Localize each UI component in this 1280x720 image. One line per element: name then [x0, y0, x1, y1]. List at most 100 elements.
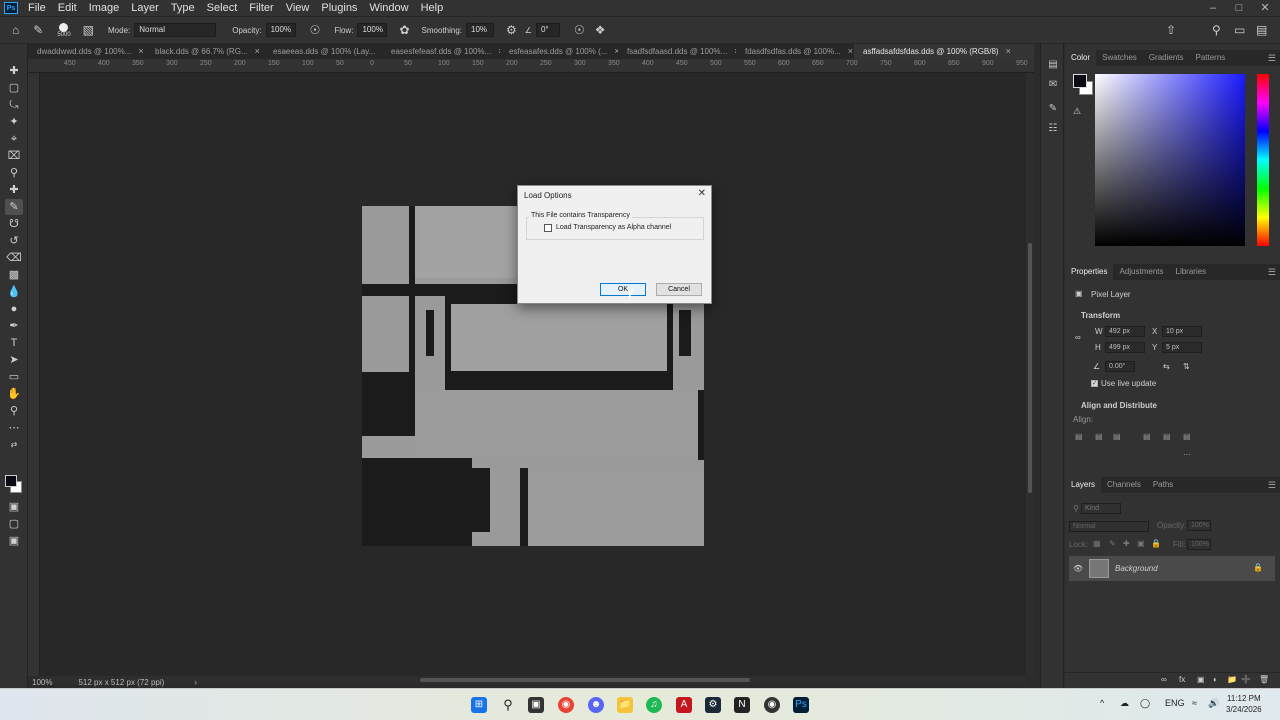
group-icon[interactable]: 📁 [1227, 675, 1237, 684]
menu-window[interactable]: Window [363, 0, 414, 16]
y-input[interactable]: 5 px [1162, 342, 1202, 353]
angle-input[interactable]: 0.00° [1105, 361, 1135, 372]
vertical-scrollbar[interactable] [1026, 73, 1034, 676]
swap-colors-icon[interactable]: ⇄ [5, 437, 23, 453]
more-tools-icon[interactable]: ⋯ [5, 420, 23, 436]
panel-menu-icon[interactable]: ☰ [1268, 53, 1276, 64]
maximize-icon[interactable]: □ [1226, 0, 1252, 16]
close-tab-icon[interactable]: × [255, 44, 260, 59]
close-tab-icon[interactable]: × [138, 44, 143, 59]
minimize-icon[interactable]: – [1200, 0, 1226, 16]
share-icon[interactable]: ⇧ [1166, 23, 1176, 37]
menu-type[interactable]: Type [165, 0, 201, 16]
align-left-icon[interactable]: ▤ [1075, 432, 1083, 441]
tab-document[interactable]: esfeasafes.dds @ 100% (... × [500, 44, 618, 59]
cloud-icon[interactable]: ☁ [1120, 698, 1129, 709]
rectangle-tool-icon[interactable]: ▭ [5, 369, 23, 385]
task-view-icon[interactable]: ▣ [528, 697, 544, 713]
tab-document[interactable]: esaeeas.dds @ 100% (Lay...× [264, 44, 382, 59]
volume-icon[interactable]: 🔊 [1208, 698, 1219, 709]
link-layers-icon[interactable]: ∞ [1161, 675, 1167, 684]
brush-settings-panel-icon[interactable]: ✎ [1046, 102, 1060, 116]
acrobat-icon[interactable]: A [676, 697, 692, 713]
x-input[interactable]: 10 px [1162, 326, 1202, 337]
hand-tool-icon[interactable]: ✋ [5, 386, 23, 402]
brush-size-picker[interactable]: 5000 [57, 22, 71, 38]
path-selection-tool-icon[interactable]: ➤ [5, 352, 23, 368]
tab-layers[interactable]: Layers [1065, 477, 1102, 493]
align-title[interactable]: Align and Distribute [1081, 401, 1157, 410]
pressure-size-icon[interactable]: ☉ [574, 23, 585, 37]
add-mask-icon[interactable]: ▣ [1197, 675, 1205, 684]
clone-stamp-tool-icon[interactable]: ☋ [5, 216, 23, 232]
type-tool-icon[interactable]: T [5, 335, 23, 351]
alpha-channel-label[interactable]: Load Transparency as Alpha channel [556, 224, 671, 231]
canvas-workspace[interactable] [40, 73, 1026, 676]
color-picker-field[interactable] [1095, 74, 1245, 246]
language-indicator[interactable]: ENG [1165, 698, 1185, 708]
clock[interactable]: 11:12 PM 3/24/2026 [1226, 693, 1262, 715]
panel-menu-icon[interactable]: ▤ [1256, 23, 1267, 37]
tab-adjustments[interactable]: Adjustments [1113, 264, 1169, 280]
tab-document[interactable]: dwaddwwd.dds @ 100%... × [28, 44, 146, 59]
tab-properties[interactable]: Properties [1065, 264, 1114, 280]
layer-lock-icon[interactable]: 🔒 [1253, 563, 1263, 572]
tab-document[interactable]: fsadfsdfaasd.dds @ 100%...× [618, 44, 736, 59]
layer-style-icon[interactable]: fx [1179, 675, 1185, 684]
ok-button[interactable]: OK [600, 283, 646, 296]
scroll-thumb[interactable] [1028, 243, 1032, 493]
close-icon[interactable]: ✕ [698, 188, 706, 199]
layer-row-background[interactable]: 👁 Background 🔒 [1069, 556, 1275, 581]
frame-tool-icon[interactable]: ⌧ [5, 148, 23, 164]
zoom-level[interactable]: 100% [32, 678, 52, 687]
flip-vertical-icon[interactable]: ⇅ [1183, 362, 1190, 371]
search-icon[interactable]: ⚲ [500, 697, 516, 713]
cancel-button[interactable]: Cancel [656, 283, 702, 296]
tab-document-active[interactable]: asffadsafdsfdas.dds @ 100% (RGB/8) × [854, 44, 1034, 59]
menu-select[interactable]: Select [201, 0, 244, 16]
layer-kind-filter[interactable]: Kind [1081, 503, 1121, 514]
brush-tool-preset-icon[interactable]: ✎ [33, 23, 43, 37]
lock-paint-icon[interactable]: ✎ [1109, 539, 1116, 548]
live-update-checkbox[interactable]: ✓ [1091, 380, 1098, 387]
eraser-tool-icon[interactable]: ⌫ [5, 250, 23, 266]
dodge-tool-icon[interactable]: ● [5, 301, 23, 317]
align-top-icon[interactable]: ▤ [1143, 432, 1151, 441]
menu-view[interactable]: View [280, 0, 316, 16]
tab-channels[interactable]: Channels [1101, 477, 1147, 493]
foreground-color-swatch[interactable] [1073, 74, 1087, 88]
network-icon[interactable]: ◯ [1140, 698, 1150, 709]
blend-mode-select[interactable]: Normal [1069, 521, 1149, 532]
panel-menu-icon[interactable]: ☰ [1268, 480, 1276, 491]
menu-plugins[interactable]: Plugins [315, 0, 363, 16]
more-options-icon[interactable]: ⋯ [1183, 450, 1191, 459]
flip-horizontal-icon[interactable]: ⇆ [1163, 362, 1170, 371]
workspace-icon[interactable]: ▭ [1234, 23, 1245, 37]
chrome-icon[interactable]: ◉ [558, 697, 574, 713]
home-icon[interactable]: ⌂ [12, 23, 19, 37]
lock-position-icon[interactable]: ✚ [1123, 539, 1130, 548]
tab-document[interactable]: black.dds @ 66.7% (RG... × [146, 44, 264, 59]
lock-pixels-icon[interactable]: ▦ [1093, 539, 1101, 548]
menu-image[interactable]: Image [83, 0, 126, 16]
gradient-tool-icon[interactable]: ▩ [5, 267, 23, 283]
pen-tool-icon[interactable]: ✒ [5, 318, 23, 334]
menu-edit[interactable]: Edit [52, 0, 83, 16]
healing-brush-tool-icon[interactable]: ✚ [5, 182, 23, 198]
menu-filter[interactable]: Filter [243, 0, 279, 16]
link-icon[interactable]: ∞ [1075, 333, 1081, 342]
steam-icon[interactable]: ⚙ [705, 697, 721, 713]
tab-document[interactable]: easesfefeasf.dds @ 100%...× [382, 44, 500, 59]
flow-input[interactable]: 100% [357, 23, 388, 37]
mode-select[interactable]: Normal [134, 23, 217, 37]
frame-mode-icon[interactable]: ▣ [5, 533, 23, 549]
start-icon[interactable]: ⊞ [471, 697, 487, 713]
layer-opacity-input[interactable]: 100% [1187, 520, 1211, 531]
panel-menu-icon[interactable]: ☰ [1268, 267, 1276, 278]
brush-settings-icon[interactable]: ▧ [83, 23, 94, 37]
smoothing-input[interactable]: 10% [466, 23, 495, 37]
screen-mode-icon[interactable]: ▢ [5, 516, 23, 532]
tab-gradients[interactable]: Gradients [1143, 50, 1190, 66]
align-right-icon[interactable]: ▤ [1113, 432, 1121, 441]
blur-tool-icon[interactable]: 💧 [5, 284, 23, 300]
